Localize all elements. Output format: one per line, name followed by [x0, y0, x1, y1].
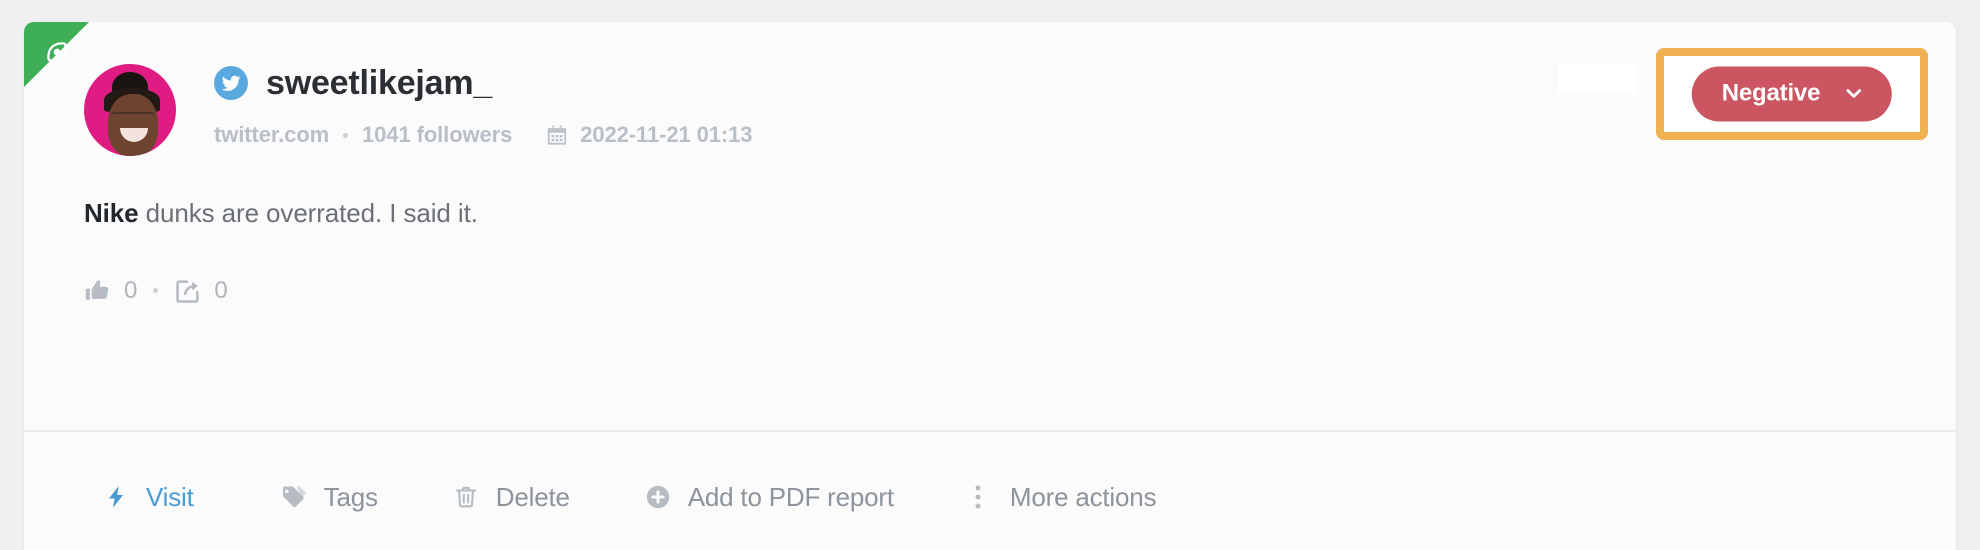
delete-label: Delete — [495, 481, 570, 512]
thumbs-up-icon — [84, 277, 112, 305]
chevron-down-icon — [1844, 84, 1864, 104]
post-content: Nike dunks are overrated. I said it. — [84, 197, 1956, 231]
author-details: sweetlikejam_ twitter.com 1041 followers — [214, 62, 752, 148]
ghost-placeholder — [1558, 64, 1636, 94]
more-actions-label: More actions — [1009, 481, 1157, 512]
card-header: sweetlikejam_ twitter.com 1041 followers — [24, 22, 1956, 197]
share-icon — [174, 277, 202, 305]
likes-stat: 0 — [84, 277, 137, 305]
more-actions-button[interactable]: More actions — [968, 481, 1157, 513]
add-to-pdf-report-label: Add to PDF report — [687, 481, 894, 512]
add-to-pdf-report-button[interactable]: Add to PDF report — [644, 482, 894, 513]
avatar-art — [111, 112, 155, 120]
keyword-highlight: Nike — [84, 198, 139, 228]
calendar-icon — [546, 124, 568, 146]
page-root: sweetlikejam_ twitter.com 1041 followers — [0, 0, 1980, 550]
stats-separator-dot — [153, 288, 159, 294]
visit-label: Visit — [146, 481, 194, 512]
meta-separator-dot — [343, 132, 349, 138]
shares-count: 0 — [214, 276, 228, 304]
username-row: sweetlikejam_ — [214, 66, 752, 100]
sentiment-label: Negative — [1721, 79, 1821, 107]
trash-icon — [452, 483, 480, 511]
tags-button[interactable]: Tags — [280, 482, 378, 513]
visit-button[interactable]: Visit — [102, 482, 194, 513]
card-body: Nike dunks are overrated. I said it. 0 0 — [24, 197, 1956, 305]
post-content-rest: dunks are overrated. I said it. — [138, 198, 478, 228]
avatar-art — [108, 94, 158, 156]
plus-circle-icon — [644, 483, 672, 511]
delete-button[interactable]: Delete — [452, 482, 570, 513]
author-username[interactable]: sweetlikejam_ — [266, 66, 492, 100]
sentiment-highlight-box: Negative — [1656, 48, 1928, 140]
mention-card: sweetlikejam_ twitter.com 1041 followers — [24, 22, 1956, 550]
kebab-menu-icon — [968, 483, 988, 511]
shares-stat: 0 — [174, 276, 228, 305]
twitter-icon — [214, 66, 248, 100]
post-meta: twitter.com 1041 followers 2022-11-21 01… — [214, 122, 752, 148]
card-action-bar: Visit Tags Delete Add to PDF report More… — [24, 430, 1956, 550]
sentiment-dropdown-button[interactable]: Negative — [1691, 66, 1893, 122]
tag-icon — [280, 483, 308, 511]
engagement-stats: 0 0 — [84, 277, 1956, 305]
post-date-group: 2022-11-21 01:13 — [546, 122, 752, 148]
avatar[interactable] — [84, 64, 176, 156]
lightning-icon — [102, 483, 130, 511]
follower-count: 1041 followers — [362, 122, 513, 147]
likes-count: 0 — [124, 276, 138, 304]
post-date: 2022-11-21 01:13 — [580, 122, 753, 147]
source-site[interactable]: twitter.com — [214, 122, 329, 148]
tags-label: Tags — [323, 481, 378, 512]
